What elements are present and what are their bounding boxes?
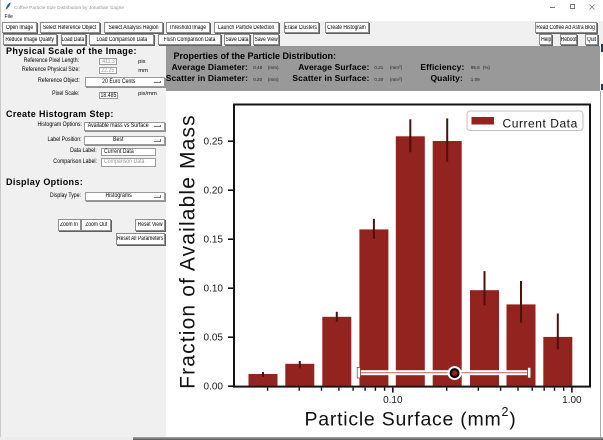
svg-text:0.10: 0.10 (383, 395, 403, 406)
svg-text:0.00: 0.00 (204, 382, 224, 393)
svg-text:0.05: 0.05 (204, 333, 224, 344)
svg-text:1.00: 1.00 (562, 395, 582, 406)
svg-text:Fraction of Available Mass: Fraction of Available Mass (177, 114, 200, 389)
svg-text:0.10: 0.10 (204, 284, 224, 295)
svg-text:0.15: 0.15 (204, 235, 224, 246)
svg-text:Particle Surface (mm2): Particle Surface (mm2) (305, 405, 517, 431)
svg-text:0.25: 0.25 (204, 137, 224, 148)
svg-text:Current Data: Current Data (503, 117, 578, 131)
svg-text:0.20: 0.20 (204, 186, 224, 197)
